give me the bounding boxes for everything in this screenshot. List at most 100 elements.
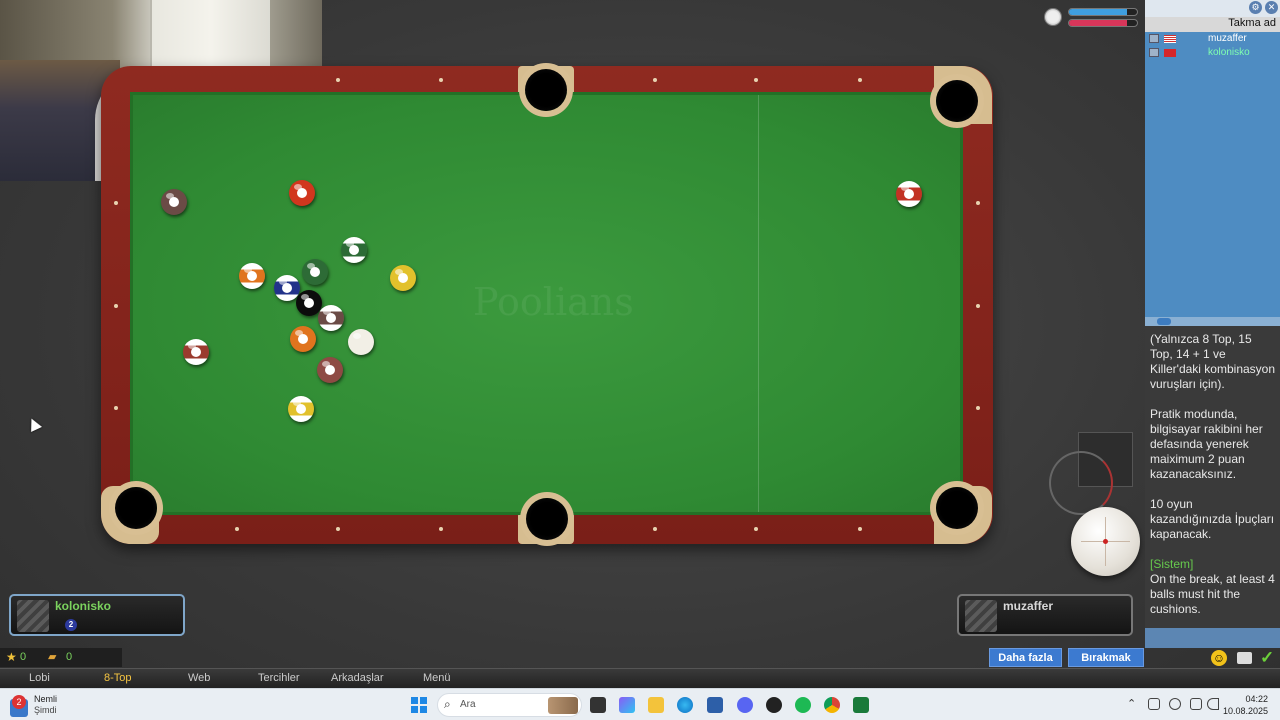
ball-cue [348, 329, 374, 355]
volume-icon[interactable] [1207, 698, 1219, 710]
close-icon[interactable]: ✕ [1265, 1, 1278, 14]
task-view-icon[interactable] [590, 697, 606, 713]
settings-icon[interactable]: ⚙ [1249, 1, 1262, 14]
copilot-icon[interactable] [619, 697, 635, 713]
pocket-bottom-right [936, 487, 978, 529]
spotify-icon[interactable] [795, 697, 811, 713]
player-timer-bar [1068, 8, 1138, 16]
scroll-thumb[interactable] [1157, 318, 1171, 325]
cue-spin-selector[interactable] [1071, 507, 1140, 576]
table-felt[interactable]: Poolians [130, 92, 963, 515]
ball-yellow-solid [390, 265, 416, 291]
rail-diamond [235, 527, 239, 531]
stars-count: 0 [20, 651, 27, 663]
opponent-name: muzaffer [1003, 599, 1054, 613]
notification-badge: 2 [12, 695, 26, 709]
user-list-scrollbar[interactable] [1145, 317, 1280, 326]
rail-diamond [976, 406, 980, 410]
pocket-bottom-middle [526, 498, 568, 540]
ball-yellow-stripe [288, 396, 314, 422]
user-card-icon [1149, 34, 1159, 43]
rail-diamond [439, 78, 443, 82]
rail-diamond [114, 304, 118, 308]
menu-8-ball[interactable]: 8-Top [104, 672, 132, 684]
message-icon[interactable] [1237, 652, 1252, 664]
checkmark-icon[interactable]: ✓ [1260, 648, 1274, 668]
sidebar-topbar: ⚙ ✕ [1145, 0, 1280, 17]
ball-green-stripe [341, 237, 367, 263]
system-tag: [Sistem] [1150, 557, 1194, 571]
power-arc [1049, 451, 1113, 515]
ball-brown-stripe [318, 305, 344, 331]
user-row[interactable]: kolonisko [1145, 46, 1280, 60]
edge-icon[interactable] [677, 697, 693, 713]
file-explorer-icon[interactable] [648, 697, 664, 713]
user-list: Takma ad muzaffer kolonisko [1145, 17, 1280, 317]
weather-title[interactable]: Nemli [34, 694, 57, 704]
rail-diamond [114, 201, 118, 205]
ball-red-solid [289, 180, 315, 206]
rail-diamond [439, 527, 443, 531]
clock-date[interactable]: 10.08.2025 [1220, 706, 1268, 716]
rail-diamond [653, 527, 657, 531]
pool-game-icon[interactable] [853, 697, 869, 713]
spin-point [1103, 539, 1108, 544]
search-highlight-image [548, 697, 578, 714]
pocket-bottom-left [115, 487, 157, 529]
emoji-icon[interactable]: ☺ [1211, 650, 1227, 666]
mouse-cursor-icon [26, 416, 42, 432]
clock-time[interactable]: 04:22 [1228, 694, 1268, 704]
network-icon[interactable] [1190, 698, 1202, 710]
user-list-header[interactable]: Takma ad [1145, 17, 1280, 32]
microphone-icon[interactable] [1169, 698, 1181, 710]
rail-diamond [858, 78, 862, 82]
rail-diamond [976, 201, 980, 205]
coins-count: 0 [66, 651, 73, 663]
user-name: kolonisko [1208, 47, 1250, 58]
ball-brown-solid [161, 189, 187, 215]
right-sidebar: ⚙ ✕ Takma ad muzaffer kolonisko (Yalnızc… [1145, 0, 1280, 648]
chat-message: Pratik modunda, bilgisayar rakibini her … [1150, 407, 1263, 481]
discord-icon[interactable] [737, 697, 753, 713]
chat-log: (Yalnızca 8 Top, 15 Top, 14 + 1 ve Kille… [1145, 326, 1280, 628]
menu-web[interactable]: Web [188, 672, 210, 684]
player-plate-right: muzaffer [957, 594, 1133, 636]
cloud-off-icon[interactable] [1148, 698, 1160, 710]
player-plate-left: kolonisko 2 [9, 594, 185, 636]
rail-diamond [976, 304, 980, 308]
ball-maroon-solid [317, 357, 343, 383]
chevron-up-icon[interactable]: ⌃ [1127, 697, 1136, 710]
menu-lobby[interactable]: Lobi [29, 672, 50, 684]
start-icon[interactable] [411, 697, 427, 713]
avatar [17, 600, 49, 632]
rail-diamond [858, 527, 862, 531]
quit-button[interactable]: Bırakmak [1068, 648, 1144, 667]
taskbar-search[interactable]: ⌕ Ara [437, 693, 582, 717]
chrome-icon[interactable] [824, 697, 840, 713]
user-card-icon [1149, 48, 1159, 57]
chat-input[interactable] [1145, 628, 1280, 648]
store-icon[interactable] [707, 697, 723, 713]
coins-icon: ▰ [48, 651, 57, 663]
more-button[interactable]: Daha fazla [989, 648, 1062, 667]
stats-bar: ★ 0 ▰ 0 [0, 648, 122, 667]
chat-message: 10 oyun kazandığınızda İpuçları kapanaca… [1150, 497, 1275, 541]
shot-power-meter[interactable] [1049, 432, 1133, 515]
obs-icon[interactable] [766, 697, 782, 713]
game-screen: Poolians kolonisko 2 muzaffer ⚙ ✕ Takma … [0, 0, 1280, 720]
rail-diamond [336, 78, 340, 82]
rail-diamond [754, 527, 758, 531]
us-flag-icon [1164, 35, 1176, 43]
star-icon: ★ [6, 650, 17, 664]
ball-red-stripe [896, 181, 922, 207]
search-icon: ⌕ [444, 697, 451, 711]
rail-diamond [114, 406, 118, 410]
user-row[interactable]: muzaffer [1145, 32, 1280, 46]
table-watermark: Poolians [473, 280, 634, 324]
menu-preferences[interactable]: Tercihler [258, 672, 300, 684]
menu-friends[interactable]: Arkadaşlar [331, 672, 384, 684]
menu-main[interactable]: Menü [423, 672, 451, 684]
ball-orange-solid [290, 326, 316, 352]
ball-group-badge: 2 [65, 619, 77, 631]
tr-flag-icon [1164, 49, 1176, 57]
